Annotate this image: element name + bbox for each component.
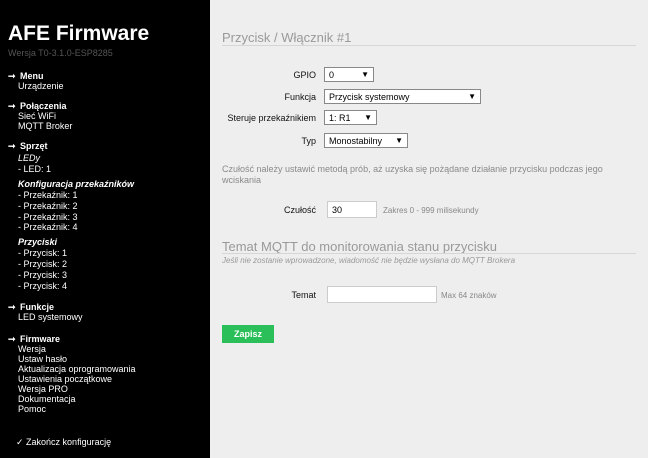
nav-section-menu: ➞ Menu Urządzenie xyxy=(8,71,208,91)
sidebar-item-wersja-pro[interactable]: Wersja PRO xyxy=(8,384,208,394)
nav-subsection-ledy: LEDy xyxy=(18,153,41,163)
arrow-right-icon: ➞ xyxy=(8,301,16,312)
sidebar: AFE Firmware Wersja T0-3.1.0-ESP8285 ➞ Me… xyxy=(0,0,210,458)
app-version: Wersja T0-3.1.0-ESP8285 xyxy=(8,48,113,58)
gpio-label: GPIO xyxy=(293,70,316,80)
sidebar-item-mqtt-broker[interactable]: MQTT Broker xyxy=(8,121,208,131)
funkcja-row: Funkcja Przycisk systemowy ▼ xyxy=(222,89,636,105)
nav-section-firmware: ➞ Firmware Wersja Ustaw hasło Aktualizacj… xyxy=(8,334,208,414)
sidebar-item-aktualizacja[interactable]: Aktualizacja oprogramowania xyxy=(8,364,208,374)
chevron-down-icon: ▼ xyxy=(361,70,369,79)
nav-section-sprzet: ➞ Sprzęt LEDy - LED: 1 Konfiguracja przek… xyxy=(8,141,208,292)
chevron-down-icon: ▼ xyxy=(468,92,476,101)
nav-section-polaczenia-header: ➞ Połączenia xyxy=(8,101,208,111)
nav-section-menu-header: ➞ Menu xyxy=(8,71,208,81)
steruje-select[interactable]: 1: R1 ▼ xyxy=(324,110,377,125)
funkcja-label: Funkcja xyxy=(284,92,316,102)
arrow-right-icon: ➞ xyxy=(8,141,16,151)
czulosc-input[interactable] xyxy=(327,201,377,218)
funkcja-select[interactable]: Przycisk systemowy ▼ xyxy=(324,89,481,104)
nav-section-firmware-header: ➞ Firmware xyxy=(8,334,208,344)
nav-section-polaczenia-label: Połączenia xyxy=(20,101,67,111)
save-button[interactable]: Zapisz xyxy=(222,325,274,343)
typ-label: Typ xyxy=(301,136,316,146)
sidebar-item-przycisk-2[interactable]: - Przycisk: 2 xyxy=(8,259,208,270)
gpio-row: GPIO 0 ▼ xyxy=(222,67,636,83)
mqtt-section-subtitle: Jeśli nie zostanie wprowadzone, wiadomoś… xyxy=(222,256,516,265)
divider xyxy=(222,45,636,46)
nav-section-sprzet-label: Sprzęt xyxy=(20,141,48,151)
nav-section-polaczenia: ➞ Połączenia Sieć WiFi MQTT Broker xyxy=(8,101,208,131)
sidebar-item-przycisk-4[interactable]: - Przycisk: 4 xyxy=(8,281,208,292)
exit-config-link[interactable]: ✓ Zakończ konfigurację xyxy=(16,437,111,448)
sidebar-item-led-1[interactable]: - LED: 1 xyxy=(8,164,208,175)
nav-section-funkcje-header: ➞ Funkcje xyxy=(8,302,208,312)
czulosc-hint: Zakres 0 - 999 milisekundy xyxy=(383,206,479,215)
steruje-label: Steruje przekaźnikiem xyxy=(227,113,316,123)
sidebar-item-przekaznik-3[interactable]: - Przekaźnik: 3 xyxy=(8,212,208,223)
nav-section-firmware-label: Firmware xyxy=(20,333,61,344)
nav-section-funkcje-label: Funkcje xyxy=(20,301,55,312)
chevron-down-icon: ▼ xyxy=(364,113,372,122)
nav-section-sprzet-header: ➞ Sprzęt xyxy=(8,141,208,151)
sidebar-item-ustaw-haslo[interactable]: Ustaw hasło xyxy=(8,354,208,364)
nav-menu: ➞ Menu Urządzenie ➞ Połączenia Sieć WiFi M… xyxy=(8,71,208,414)
sidebar-item-przekaznik-4[interactable]: - Przekaźnik: 4 xyxy=(8,222,208,233)
nav-subsection-przekazniki: Konfiguracja przekaźników xyxy=(18,178,135,189)
nav-subsection-przyciski: Przyciski xyxy=(18,237,58,248)
typ-select[interactable]: Monostabilny ▼ xyxy=(324,133,408,148)
app-title: AFE Firmware xyxy=(8,22,150,45)
sidebar-item-dokumentacja[interactable]: Dokumentacja xyxy=(8,394,208,404)
divider xyxy=(222,253,636,254)
sidebar-item-pomoc[interactable]: Pomoc xyxy=(8,404,208,414)
sidebar-item-przycisk-3[interactable]: - Przycisk: 3 xyxy=(8,270,208,281)
arrow-right-icon: ➞ xyxy=(8,71,16,81)
czulosc-label: Czułość xyxy=(283,205,316,215)
arrow-right-icon: ➞ xyxy=(8,333,16,344)
gpio-select-value: 0 xyxy=(329,70,335,80)
mqtt-section-title: Temat MQTT do monitorowania stanu przyci… xyxy=(222,239,498,254)
chevron-down-icon: ▼ xyxy=(395,136,403,145)
sidebar-item-wifi[interactable]: Sieć WiFi xyxy=(8,111,208,121)
nav-section-menu-label: Menu xyxy=(20,71,44,81)
arrow-right-icon: ➞ xyxy=(8,101,16,111)
steruje-row: Steruje przekaźnikiem 1: R1 ▼ xyxy=(222,110,636,126)
temat-label: Temat xyxy=(291,290,316,300)
funkcja-select-value: Przycisk systemowy xyxy=(329,92,410,102)
sidebar-item-przekaznik-2[interactable]: - Przekaźnik: 2 xyxy=(8,201,208,212)
temat-input[interactable] xyxy=(327,286,437,303)
czulosc-note: Czułość należy ustawić metodą prób, aż u… xyxy=(222,164,603,185)
page-title: Przycisk / Włącznik #1 xyxy=(222,30,352,45)
sidebar-item-przekaznik-1[interactable]: - Przekaźnik: 1 xyxy=(8,190,208,201)
temat-row: Temat Max 64 znaków xyxy=(222,286,636,304)
gpio-select[interactable]: 0 ▼ xyxy=(324,67,374,82)
sidebar-item-led-systemowy[interactable]: LED systemowy xyxy=(8,312,208,322)
sidebar-item-ustawienia-poczatkowe[interactable]: Ustawienia początkowe xyxy=(8,374,208,384)
nav-section-funkcje: ➞ Funkcje LED systemowy xyxy=(8,302,208,322)
typ-row: Typ Monostabilny ▼ xyxy=(222,133,636,149)
steruje-select-value: 1: R1 xyxy=(329,113,351,123)
sidebar-item-urzadzenie[interactable]: Urządzenie xyxy=(8,81,208,91)
temat-hint: Max 64 znaków xyxy=(441,291,497,300)
sidebar-item-przycisk-1[interactable]: - Przycisk: 1 xyxy=(8,248,208,259)
typ-select-value: Monostabilny xyxy=(329,136,383,146)
czulosc-row: Czułość Zakres 0 - 999 milisekundy xyxy=(222,201,636,219)
sidebar-item-wersja[interactable]: Wersja xyxy=(8,344,208,354)
